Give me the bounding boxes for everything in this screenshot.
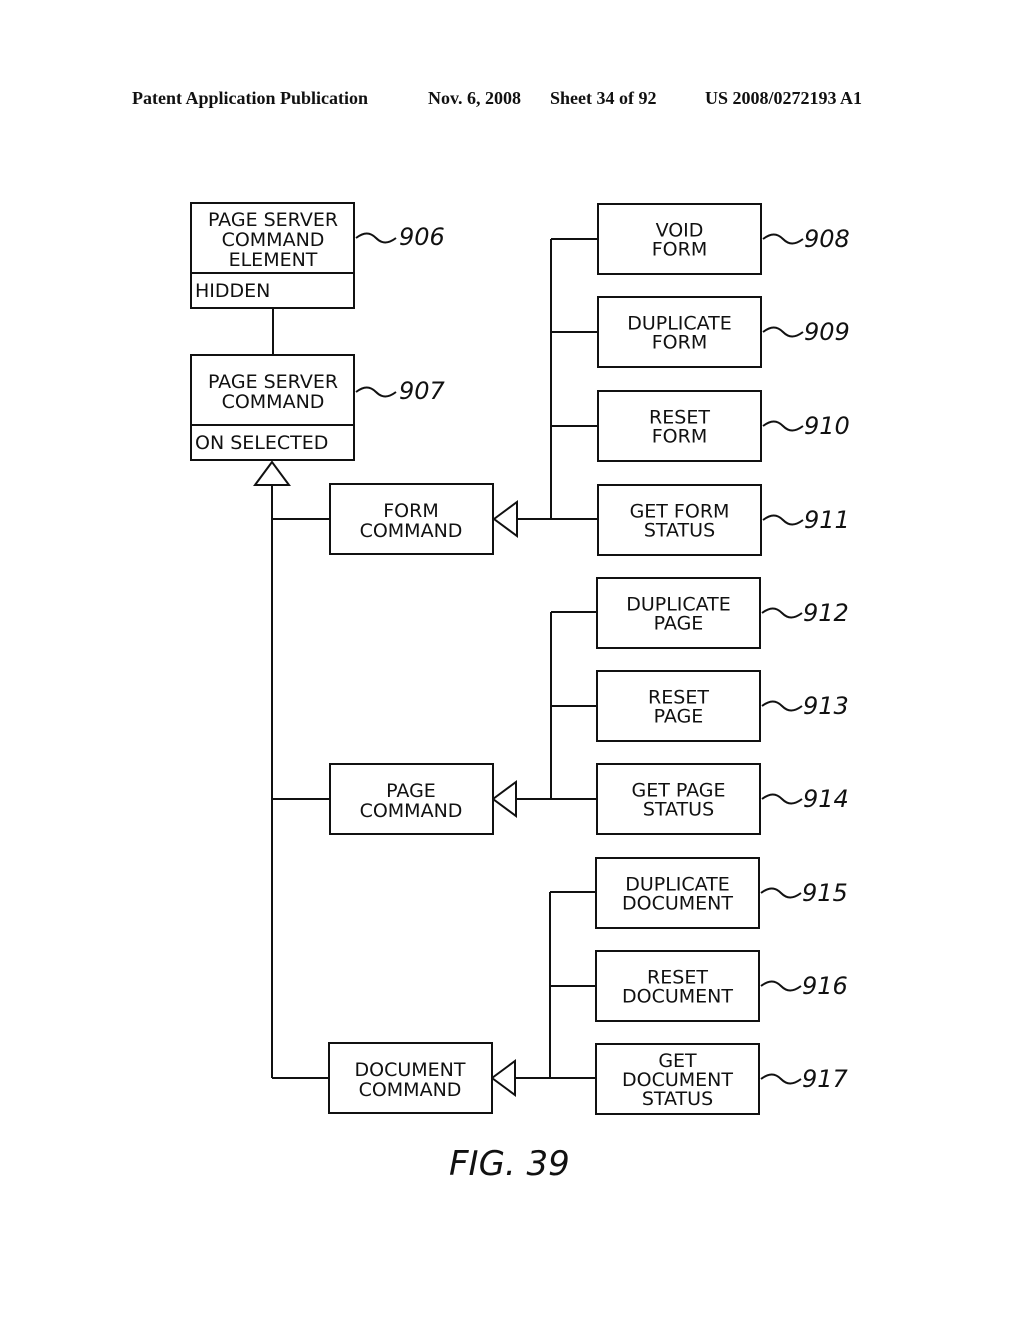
subclass-916: RESETDOCUMENT 916 — [595, 950, 848, 1022]
class-document-command: DOCUMENT COMMAND — [328, 1042, 493, 1114]
subclass-915: DUPLICATEDOCUMENT 915 — [595, 857, 848, 929]
subclass-914: GET PAGESTATUS 914 — [596, 763, 849, 835]
class-name-line: PAGE — [386, 780, 436, 802]
class-name-line: COMMAND — [360, 800, 463, 822]
inheritance-arrow-icon — [253, 460, 291, 486]
class-form-command: FORM COMMAND — [329, 483, 494, 555]
class-attribute: ON SELECTED — [195, 432, 328, 454]
subclass-913: RESETPAGE 913 — [596, 670, 849, 742]
reference-numeral: 914 — [803, 785, 849, 813]
leader-line — [355, 232, 397, 244]
reference-numeral: 916 — [802, 972, 848, 1000]
class-diagram: PAGE SERVER COMMAND ELEMENT HIDDEN 906 P… — [190, 202, 850, 1184]
reference-numeral: 908 — [804, 225, 850, 253]
subclass-912: DUPLICATEPAGE 912 — [596, 577, 849, 649]
class-name-line: DOCUMENT — [622, 893, 733, 915]
class-name-line: FORM — [652, 426, 707, 448]
reference-numeral: 913 — [803, 692, 849, 720]
class-name-line: COMMAND — [222, 391, 325, 413]
class-name-line: COMMAND — [222, 229, 325, 251]
class-name-line: STATUS — [643, 799, 714, 821]
subclass-908: VOIDFORM 908 — [597, 203, 850, 275]
class-name-line: FORM — [383, 500, 438, 522]
class-name-line: PAGE SERVER — [208, 371, 338, 393]
class-name-line: STATUS — [644, 520, 715, 542]
class-name-line: ELEMENT — [229, 249, 318, 271]
leader-line — [760, 980, 802, 992]
reference-numeral: 915 — [802, 879, 848, 907]
class-name-line: STATUS — [642, 1088, 713, 1110]
leader-line — [762, 233, 804, 245]
subclass-917: GETDOCUMENTSTATUS917 — [595, 1043, 849, 1115]
class-page-server-command: PAGE SERVER COMMAND ON SELECTED 907 — [190, 354, 446, 461]
subclass-boxes: VOIDFORM 908DUPLICATEFORM 909RESETFORM 910G… — [595, 203, 850, 1115]
inheritance-arrow-icon — [492, 500, 518, 538]
inheritance-arrow-icon — [490, 1059, 516, 1097]
leader-line — [761, 607, 803, 619]
leader-line — [762, 326, 804, 338]
reference-numeral: 912 — [803, 599, 849, 627]
class-name-line: COMMAND — [359, 1079, 462, 1101]
leader-line — [355, 386, 397, 398]
class-page-command: PAGE COMMAND — [329, 763, 494, 835]
class-name-line: FORM — [652, 239, 707, 261]
leader-line — [762, 514, 804, 526]
class-name-line: PAGE SERVER — [208, 209, 338, 231]
class-page-server-command-element: PAGE SERVER COMMAND ELEMENT HIDDEN 906 — [190, 202, 445, 309]
leader-line — [761, 793, 803, 805]
class-name-line: DOCUMENT — [355, 1059, 466, 1081]
class-name-line: DOCUMENT — [622, 986, 733, 1008]
inheritance-arrow-icon — [491, 780, 517, 818]
leader-line — [760, 887, 802, 899]
reference-numeral: 909 — [804, 318, 850, 346]
class-name-line: COMMAND — [360, 520, 463, 542]
class-name-line: PAGE — [654, 706, 704, 728]
class-name-line: FORM — [652, 332, 707, 354]
reference-numeral: 911 — [804, 506, 850, 534]
leader-line — [760, 1073, 802, 1085]
reference-numeral: 910 — [804, 412, 850, 440]
subclass-911: GET FORMSTATUS 911 — [597, 484, 850, 556]
class-name-line: PAGE — [654, 613, 704, 635]
subclass-910: RESETFORM 910 — [597, 390, 850, 462]
reference-numeral: 906 — [399, 223, 445, 251]
reference-numeral: 907 — [399, 377, 446, 405]
subclass-909: DUPLICATEFORM 909 — [597, 296, 850, 368]
class-attribute: HIDDEN — [195, 280, 270, 302]
leader-line — [762, 420, 804, 432]
reference-numeral: 917 — [802, 1065, 849, 1093]
figure-label: FIG. 39 — [449, 1144, 570, 1184]
leader-line — [761, 700, 803, 712]
